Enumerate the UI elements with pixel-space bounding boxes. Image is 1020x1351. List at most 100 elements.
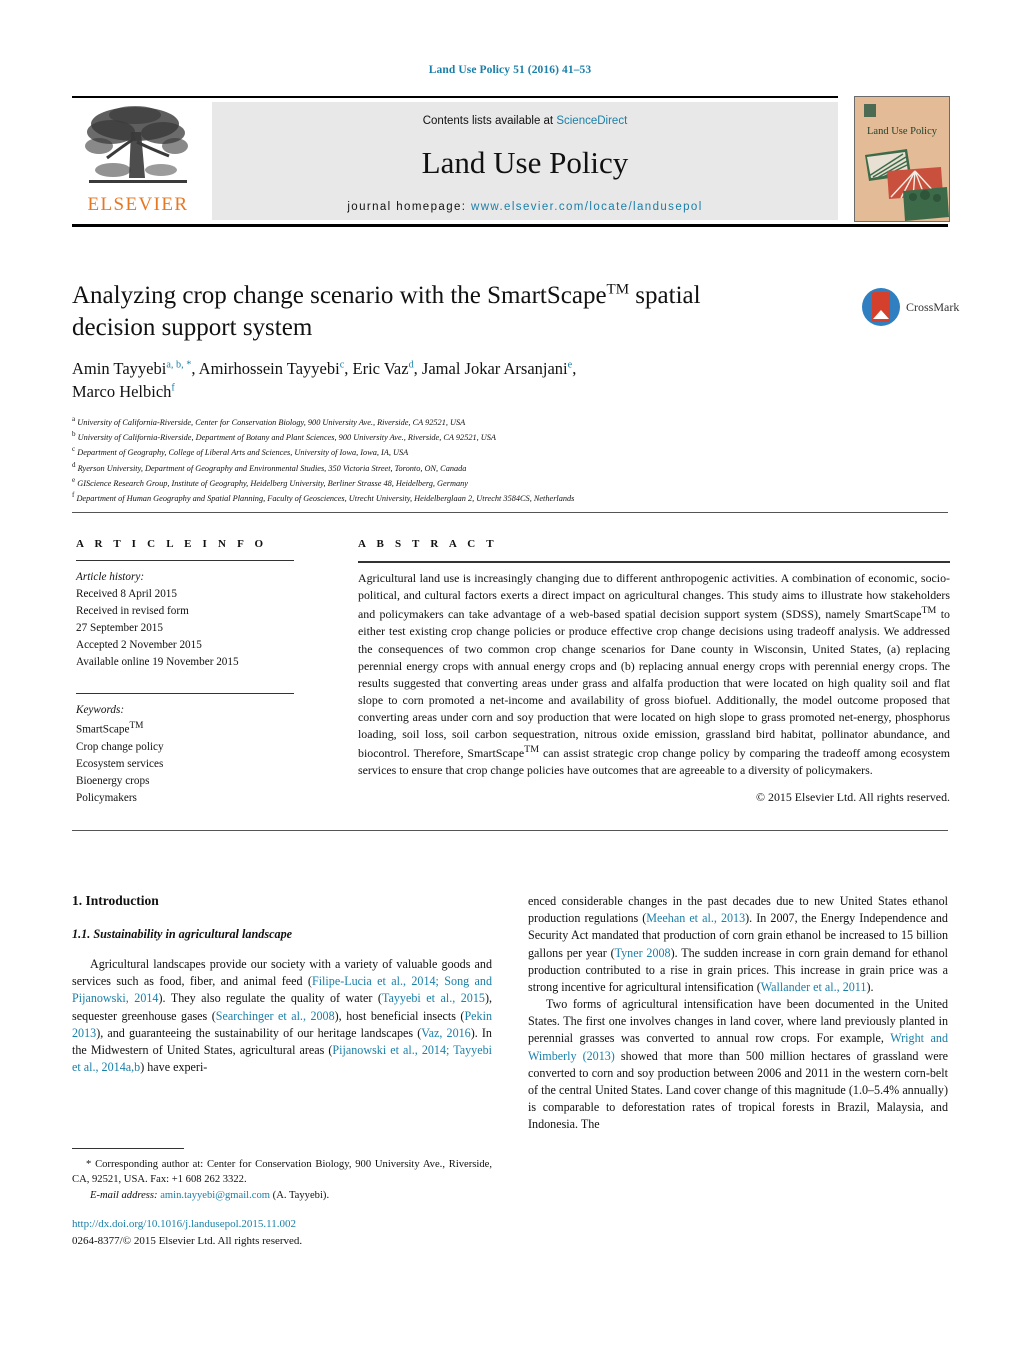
right-p2-a: Two forms of agricultural intensificatio… (528, 997, 948, 1046)
article-history-block: Article history: Received 8 April 2015 R… (76, 569, 326, 671)
doi-link[interactable]: http://dx.doi.org/10.1016/j.landusepol.2… (72, 1216, 532, 1233)
keyword-bioenergy-crops: Bioenergy crops (76, 774, 150, 787)
article-info-column: A R T I C L E I N F O Article history: R… (76, 538, 326, 807)
history-item-revised-date: 27 September 2015 (76, 622, 163, 635)
affiliation-a: a University of California-Riverside, Ce… (72, 414, 952, 429)
citation-wallander-2011[interactable]: Wallander et al., 2011 (761, 980, 867, 994)
article-history-label: Article history: (76, 571, 145, 583)
article-info-rule (76, 560, 294, 561)
author-amirhossein-tayyebi: , Amirhossein Tayyebi (191, 359, 340, 378)
affiliation-d: d Ryerson University, Department of Geog… (72, 460, 952, 475)
contents-line: Contents lists available at ScienceDirec… (212, 102, 838, 127)
author-marco-helbich-marks: f (171, 382, 175, 394)
history-item-received: Received 8 April 2015 (76, 588, 177, 601)
elsevier-wordmark: ELSEVIER (87, 194, 189, 215)
affiliation-c-text: Department of Geography, College of Libe… (77, 448, 409, 458)
issn-copyright-line: 0264-8377/© 2015 Elsevier Ltd. All right… (72, 1234, 303, 1247)
journal-masthead: ELSEVIER Contents lists available at Sci… (72, 96, 950, 227)
elsevier-logo: ELSEVIER (72, 102, 204, 220)
right-paragraph-2: Two forms of agricultural intensificatio… (528, 996, 948, 1133)
article-info-heading: A R T I C L E I N F O (76, 538, 268, 550)
crossmark-icon (862, 288, 900, 326)
left-p1-e: ), and guaranteeing the sustainability o… (96, 1025, 422, 1040)
affiliation-e-text: GIScience Research Group, Institute of G… (77, 478, 468, 488)
keyword-smartscape: SmartScapeTM (76, 719, 326, 739)
section-heading-introduction: 1. Introduction (72, 893, 159, 908)
citation-vaz-2016[interactable]: Vaz, 2016 (421, 1026, 470, 1040)
citation-meehan-2013[interactable]: Meehan et al., 2013 (646, 911, 745, 925)
journal-article-page: Land Use Policy 51 (2016) 41–53 ELSEVIER… (0, 0, 1020, 1351)
masthead-bottom-rule (72, 224, 948, 227)
title-text-part1: Analyzing crop change scenario with the … (72, 282, 607, 309)
history-item-revised-label: Received in revised form (76, 605, 189, 618)
affiliation-c-mark: c (72, 445, 76, 454)
cover-title: Land Use Policy (867, 126, 937, 137)
author-list: Amin Tayyebia, b, *, Amirhossein Tayyebi… (72, 358, 792, 404)
email-label: E-mail address: (90, 1189, 158, 1201)
journal-title: Land Use Policy (421, 145, 629, 180)
keyword-policymakers: Policymakers (76, 791, 137, 804)
affiliation-e: e GIScience Research Group, Institute of… (72, 475, 952, 490)
left-p1-b: ). They also regulate the quality of wat… (158, 991, 382, 1006)
author-line1-terminator: , (572, 359, 577, 378)
homepage-line: journal homepage: www.elsevier.com/locat… (212, 201, 838, 213)
journal-band: Contents lists available at ScienceDirec… (212, 102, 838, 220)
corresponding-author-footnote: * Corresponding author at: Center for Co… (72, 1148, 492, 1203)
left-p1-d: ), host beneficial insects ( (334, 1008, 465, 1023)
subsection-heading-sustainability: 1.1. Sustainability in agricultural land… (72, 927, 293, 941)
footnote-email-line: E-mail address: amin.tayyebi@gmail.com (… (90, 1188, 492, 1203)
footnote-corresponding-text: Corresponding author at: Center for Cons… (72, 1159, 492, 1186)
author-amin-tayyebi: Amin Tayyebi (72, 359, 167, 378)
left-paragraph-1: Agricultural landscapes provide our soci… (72, 956, 492, 1076)
abstract-copyright: © 2015 Elsevier Ltd. All rights reserved… (756, 789, 950, 804)
affiliation-f: f Department of Human Geography and Spat… (72, 490, 952, 505)
citation-searchinger-2008[interactable]: Searchinger et al., 2008 (216, 1009, 335, 1023)
abstract-part-2: to either test existing crop change poli… (358, 607, 950, 761)
history-item-online: Available online 19 November 2015 (76, 656, 239, 669)
author-line-1: Amin Tayyebia, b, *, Amirhossein Tayyebi… (72, 358, 792, 381)
history-item-accepted: Accepted 2 November 2015 (76, 639, 202, 652)
body-left-column: 1. Introduction 1.1. Sustainability in a… (72, 893, 492, 1076)
footnote-rule (72, 1148, 184, 1149)
abstract-part-1: Agricultural land use is increasingly ch… (358, 571, 950, 622)
abstract-body: Agricultural land use is increasingly ch… (358, 570, 950, 780)
abstract-column: A B S T R A C T Agricultural land use is… (358, 538, 950, 805)
crossmark-badge[interactable]: CrossMark (862, 288, 959, 328)
homepage-url-link[interactable]: www.elsevier.com/locate/landusepol (471, 201, 703, 213)
abstract-tm-1: TM (921, 605, 937, 617)
affiliation-c: c Department of Geography, College of Li… (72, 444, 952, 459)
sciencedirect-link[interactable]: ScienceDirect (556, 115, 627, 127)
abstract-band-bottom-rule (72, 830, 948, 831)
email-link[interactable]: amin.tayyebi@gmail.com (160, 1190, 270, 1201)
cover-publisher-mark-icon (864, 104, 876, 117)
author-marco-helbich: Marco Helbich (72, 381, 172, 401)
affiliation-e-mark: e (72, 475, 76, 484)
affiliation-b-text: University of California-Riverside, Depa… (77, 432, 496, 442)
citation-tayyebi-2015[interactable]: Tayyebi et al., 2015 (382, 991, 485, 1005)
affiliation-b-mark: b (72, 430, 76, 439)
citation-tyner-2008[interactable]: Tyner 2008 (615, 946, 671, 960)
affiliation-b: b University of California-Riverside, De… (72, 429, 952, 444)
abstract-band-top-rule (72, 512, 948, 513)
author-eric-vaz: , Eric Vaz (344, 359, 409, 378)
page-title: Analyzing crop change scenario with the … (72, 280, 752, 344)
affiliation-f-text: Department of Human Geography and Spatia… (76, 493, 575, 503)
running-head: Land Use Policy 51 (2016) 41–53 (428, 64, 592, 76)
right-p1-d: ). (866, 979, 874, 994)
abstract-tm-2: TM (524, 744, 540, 756)
keywords-block: Keywords: SmartScapeTM Crop change polic… (76, 702, 326, 807)
affiliation-d-mark: d (72, 460, 76, 469)
keywords-rule (76, 693, 294, 695)
affiliation-f-mark: f (72, 491, 75, 500)
contents-prefix: Contents lists available at (422, 115, 557, 127)
body-right-column: enced considerable changes in the past d… (528, 893, 948, 1133)
author-amin-tayyebi-marks: a, b, * (166, 359, 192, 371)
homepage-prefix: journal homepage: (347, 201, 471, 213)
affiliation-list: a University of California-Riverside, Ce… (72, 414, 952, 505)
keyword-crop-change-policy: Crop change policy (76, 740, 164, 753)
affiliation-a-text: University of California-Riverside, Cent… (77, 417, 466, 427)
right-paragraph-1: enced considerable changes in the past d… (528, 893, 948, 996)
left-p1-g: ) have experi- (140, 1060, 208, 1075)
journal-cover-thumbnail[interactable]: Land Use Policy (854, 96, 950, 222)
crossmark-chevron-icon (873, 310, 889, 319)
